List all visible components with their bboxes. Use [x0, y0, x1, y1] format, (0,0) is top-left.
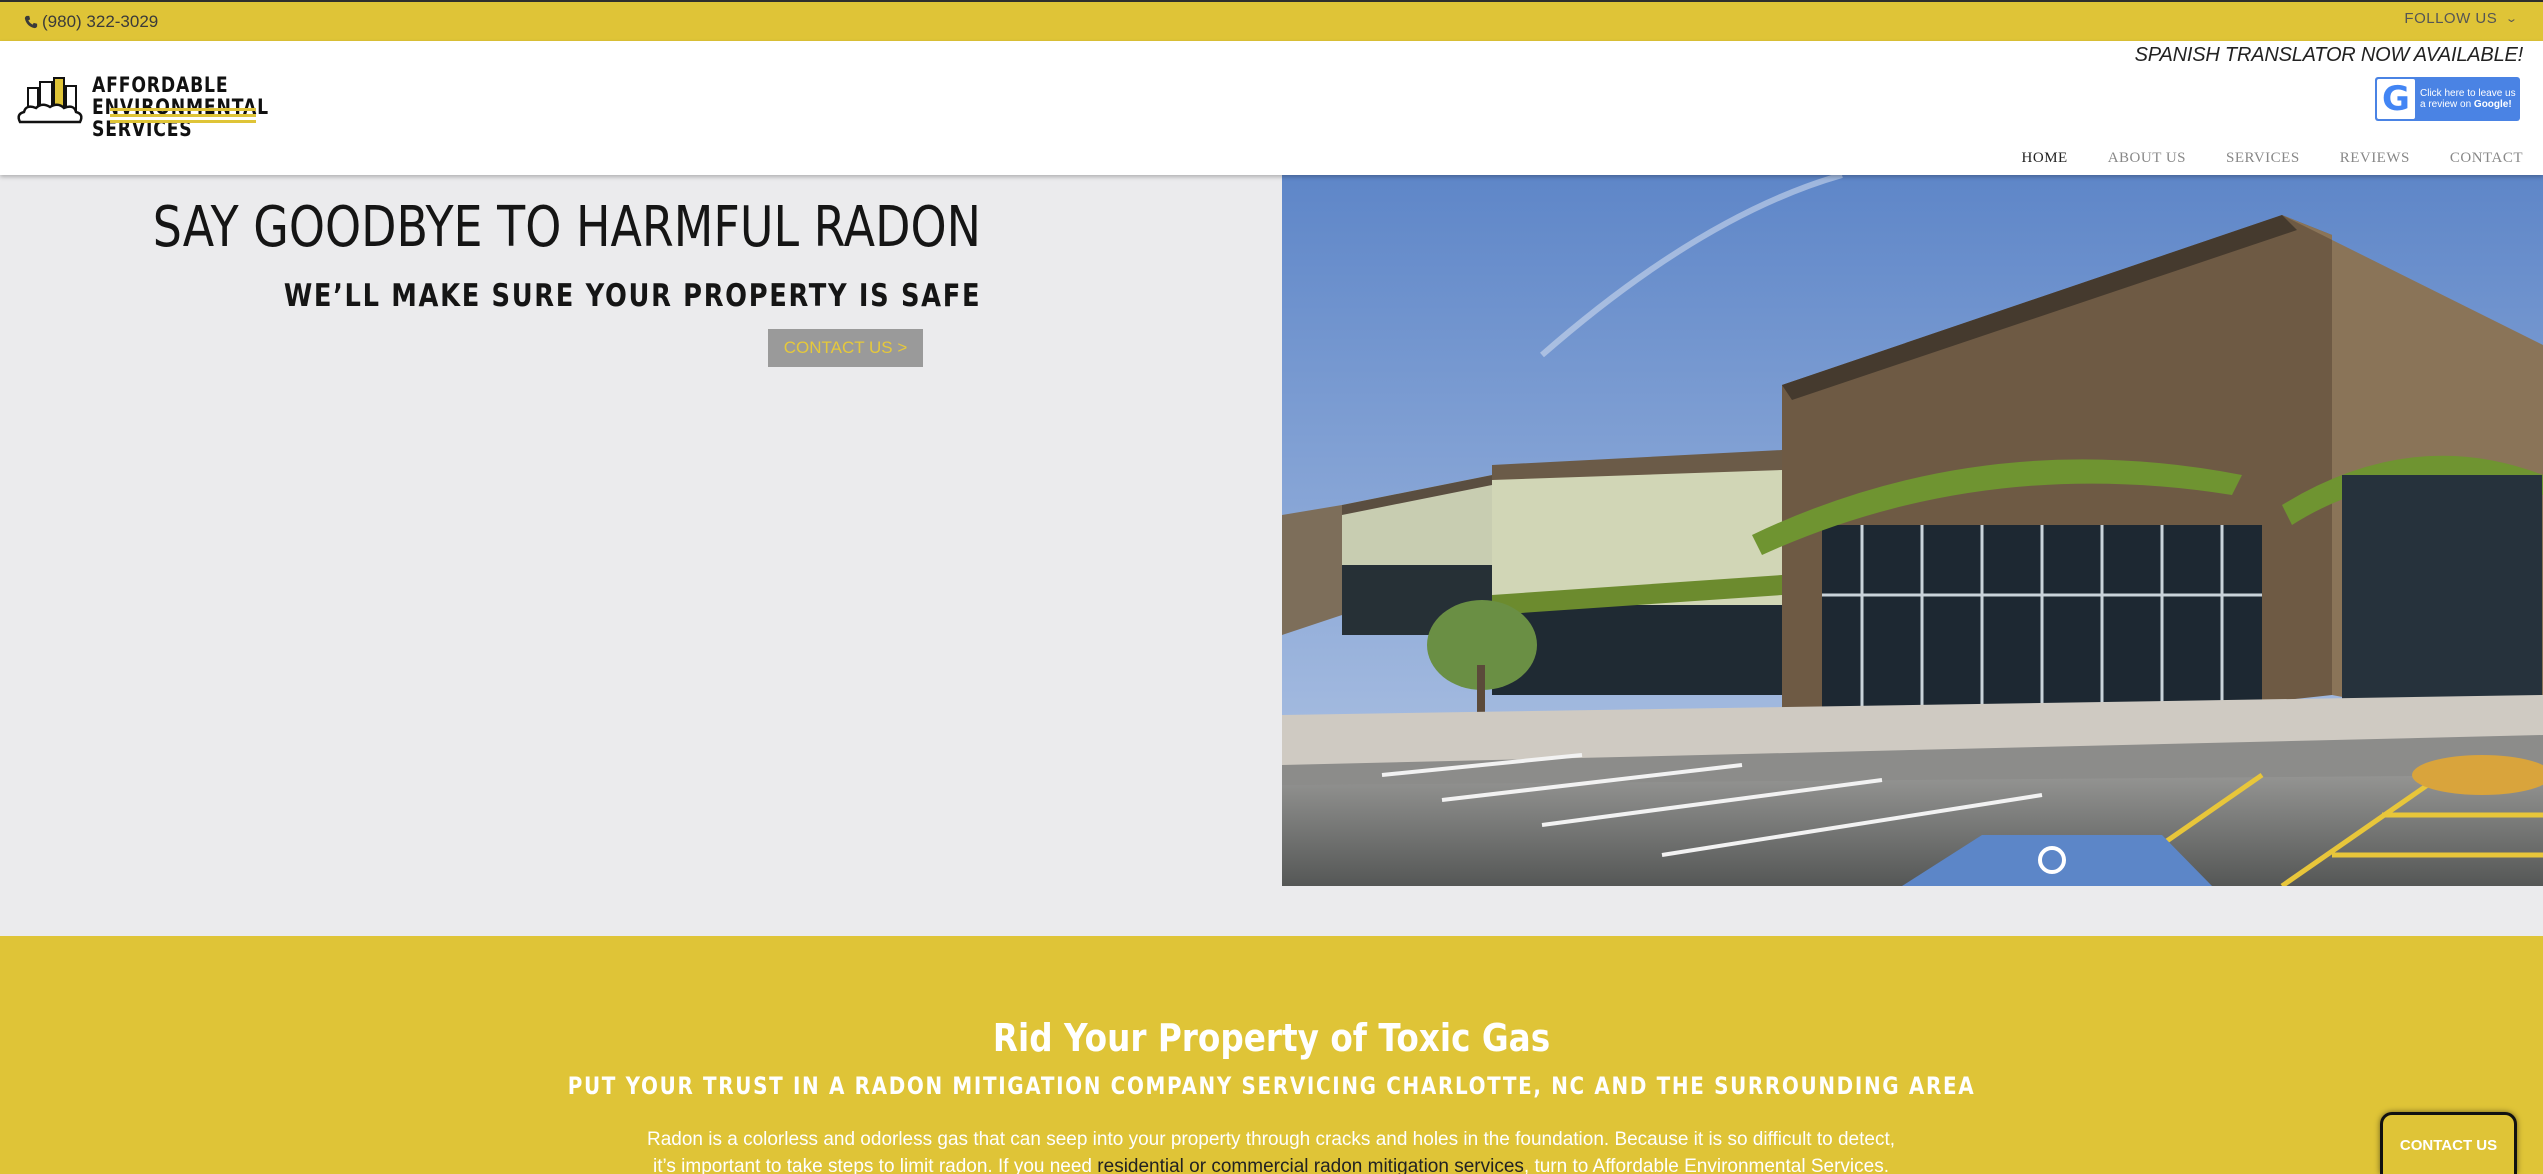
about-body: Radon is a colorless and odorless gas th… — [640, 1126, 1902, 1174]
phone-number: (980) 322-3029 — [42, 12, 159, 31]
about-title: Rid Your Property of Toxic Gas — [992, 1016, 1551, 1060]
chevron-down-icon: ⌄ — [2505, 13, 2519, 25]
site-logo[interactable]: AFFORDABLE ENVIRONMENTAL SERVICES — [14, 74, 308, 140]
nav-services[interactable]: SERVICES — [2226, 150, 2300, 167]
hero-subtitle: WE’LL MAKE SURE YOUR PROPERTY IS SAFE — [283, 278, 981, 314]
about-subtitle: PUT YOUR TRUST IN A RADON MITIGATION COM… — [567, 1072, 1976, 1100]
review-badge-text: Click here to leave us a review on Googl… — [2420, 88, 2516, 110]
top-bar: (980) 322-3029 FOLLOW US ⌄ — [0, 0, 2543, 41]
site-header: AFFORDABLE ENVIRONMENTAL SERVICES SPANIS… — [0, 41, 2543, 175]
hero-title: SAY GOODBYE TO HARMFUL RADON — [152, 195, 981, 260]
nav-contact[interactable]: CONTACT — [2450, 150, 2523, 167]
floating-contact-button[interactable]: CONTACT US — [2380, 1112, 2517, 1174]
google-review-button[interactable]: G Click here to leave us a review on Goo… — [2375, 77, 2520, 121]
logo-stripes — [110, 108, 256, 126]
follow-us-dropdown[interactable]: FOLLOW US ⌄ — [2404, 10, 2519, 27]
nav-home[interactable]: HOME — [2022, 150, 2068, 167]
phone-icon — [24, 15, 38, 29]
nav-reviews[interactable]: REVIEWS — [2340, 150, 2410, 167]
google-g-icon: G — [2377, 79, 2415, 119]
translator-notice: SPANISH TRANSLATOR NOW AVAILABLE! — [2134, 44, 2524, 66]
logo-wordmark: AFFORDABLE ENVIRONMENTAL SERVICES — [92, 73, 269, 141]
main-nav: HOME ABOUT US SERVICES REVIEWS CONTACT — [2022, 150, 2523, 167]
hero-section: SAY GOODBYE TO HARMFUL RADON WE’LL MAKE … — [0, 175, 2543, 936]
phone-link[interactable]: (980) 322-3029 — [24, 12, 158, 32]
about-section: Rid Your Property of Toxic Gas PUT YOUR … — [0, 936, 2543, 1174]
hero-contact-button[interactable]: CONTACT US > — [768, 329, 923, 367]
radon-services-link[interactable]: residential or commercial radon mitigati… — [1097, 1156, 1524, 1174]
hero-storefront-image — [1282, 175, 2543, 886]
logo-cloud-buildings-icon — [17, 77, 83, 124]
follow-us-label: FOLLOW US — [2404, 10, 2498, 27]
nav-about-us[interactable]: ABOUT US — [2108, 150, 2186, 167]
